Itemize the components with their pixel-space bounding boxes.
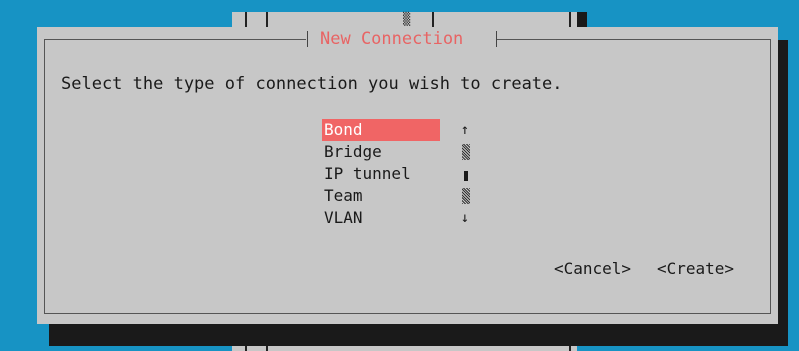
background-divider-5 (245, 346, 247, 351)
dialog-frame-right (770, 39, 771, 313)
dialog-title: New Connection (316, 29, 468, 49)
background-window-bottom (232, 346, 577, 351)
background-divider-7 (569, 346, 571, 351)
list-item-bridge[interactable]: Bridge (322, 141, 440, 163)
dialog-shadow-bottom (49, 324, 788, 346)
background-scroll-glyph: ▒ (403, 12, 411, 26)
list-item-bond[interactable]: Bond (322, 119, 440, 141)
dialog-frame-top-right (497, 39, 770, 40)
create-button[interactable]: <Create> (657, 258, 734, 280)
scroll-down-arrow-icon[interactable]: ↓ (460, 207, 470, 229)
dialog-frame-left (44, 39, 45, 313)
list-item-ip-tunnel[interactable]: IP tunnel (322, 163, 440, 185)
dialog-prompt: Select the type of connection you wish t… (61, 74, 563, 94)
list-item-team[interactable]: Team (322, 185, 440, 207)
new-connection-dialog: New Connection Select the type of connec… (37, 27, 778, 324)
list-scrollbar[interactable]: ↑ ↓ (460, 119, 472, 231)
connection-type-list[interactable]: Bond Bridge IP tunnel Team VLAN (322, 119, 440, 231)
scroll-thumb[interactable] (464, 171, 468, 181)
background-divider-6 (266, 346, 268, 351)
scroll-up-arrow-icon[interactable]: ↑ (460, 119, 470, 141)
scroll-track-shade-lower (462, 188, 470, 204)
dialog-shadow-right (777, 40, 788, 346)
scroll-track-shade-upper (462, 144, 470, 160)
dialog-frame-top-left (44, 39, 306, 40)
list-item-vlan[interactable]: VLAN (322, 207, 440, 229)
dialog-frame-title-left-tick (307, 31, 308, 47)
cancel-button[interactable]: <Cancel> (554, 258, 631, 280)
dialog-frame-bottom (44, 313, 771, 314)
